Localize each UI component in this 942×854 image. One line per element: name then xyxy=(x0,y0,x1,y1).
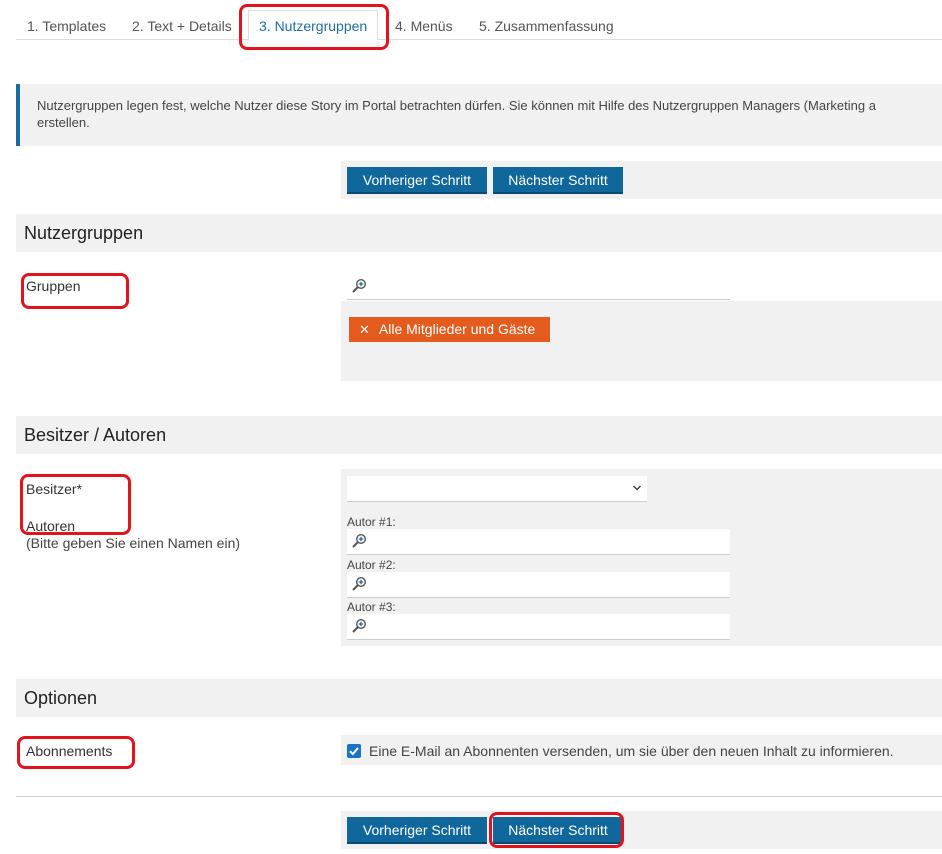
besitzer-label: Besitzer* xyxy=(26,481,83,497)
check-icon xyxy=(349,747,359,756)
autor2-label: Autor #2: xyxy=(347,558,396,572)
abonnements-label: Abonnements xyxy=(26,743,113,759)
next-step-button-top[interactable]: Nächster Schritt xyxy=(493,167,623,194)
search-plus-icon xyxy=(352,533,367,548)
autor1-label: Autor #1: xyxy=(347,515,396,529)
bottom-button-bar: Vorheriger Schritt Nächster Schritt xyxy=(341,811,942,849)
gruppen-label: Gruppen xyxy=(26,278,81,294)
tab-nutzergruppen[interactable]: 3. Nutzergruppen xyxy=(248,10,379,41)
group-tag-label: Alle Mitglieder und Gäste xyxy=(378,321,536,337)
prev-step-button-top[interactable]: Vorheriger Schritt xyxy=(347,167,487,194)
autor2-search-input[interactable] xyxy=(347,572,730,598)
info-text-line1: Nutzergruppen legen fest, welche Nutzer … xyxy=(37,98,876,113)
divider xyxy=(16,796,942,797)
autor3-label: Autor #3: xyxy=(347,600,396,614)
autoren-label: Autoren xyxy=(26,518,76,534)
autor1-search-input[interactable] xyxy=(347,529,730,555)
info-box: Nutzergruppen legen fest, welche Nutzer … xyxy=(16,84,942,146)
search-plus-icon xyxy=(352,278,367,293)
section-header-besitzer-autoren: Besitzer / Autoren xyxy=(16,416,942,454)
gruppen-search-input[interactable] xyxy=(347,274,730,300)
tab-text-details[interactable]: 2. Text + Details xyxy=(132,10,232,40)
top-button-bar: Vorheriger Schritt Nächster Schritt xyxy=(341,161,942,199)
group-tag-alle-mitglieder[interactable]: ✕ Alle Mitglieder und Gäste xyxy=(349,317,550,342)
tab-templates[interactable]: 1. Templates xyxy=(27,10,106,40)
search-plus-icon xyxy=(352,576,367,591)
notify-subscribers-checkbox[interactable] xyxy=(347,744,361,758)
autoren-hint: (Bitte geben Sie einen Namen ein) xyxy=(26,535,241,551)
info-text-line2: erstellen. xyxy=(37,115,90,130)
tab-menues[interactable]: 4. Menüs xyxy=(395,10,453,40)
section-header-nutzergruppen: Nutzergruppen xyxy=(16,214,942,252)
autor3-search-input[interactable] xyxy=(347,614,730,640)
notify-subscribers-text: Eine E-Mail an Abonnenten versenden, um … xyxy=(369,743,894,759)
besitzer-select[interactable] xyxy=(347,476,647,502)
wizard-tabs: 1. Templates 2. Text + Details 3. Nutzer… xyxy=(16,10,942,41)
next-step-button-bottom[interactable]: Nächster Schritt xyxy=(493,817,623,844)
prev-step-button-bottom[interactable]: Vorheriger Schritt xyxy=(347,817,487,844)
section-header-optionen: Optionen xyxy=(16,679,942,717)
tab-zusammenfassung[interactable]: 5. Zusammenfassung xyxy=(479,10,614,40)
search-plus-icon xyxy=(352,618,367,633)
chevron-down-icon xyxy=(632,485,642,491)
remove-icon[interactable]: ✕ xyxy=(359,317,370,342)
